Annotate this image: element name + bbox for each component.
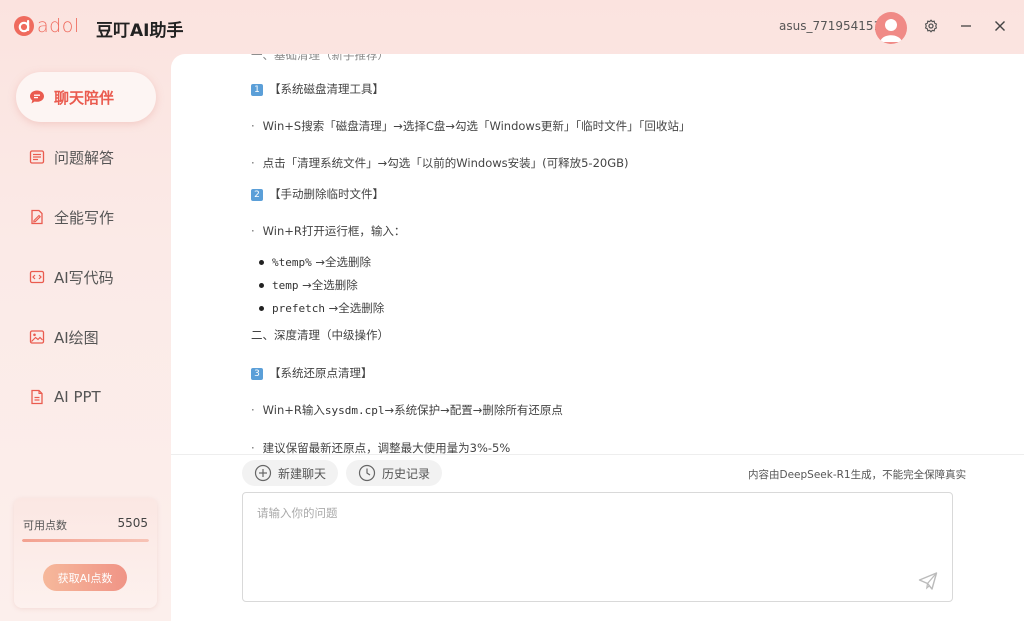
list-item: · Win+S搜索「磁盘清理」→选择C盘→勾选「Windows更新」「临时文件」「… [251, 119, 691, 133]
list-heading: 1 【系统磁盘清理工具】 [251, 81, 384, 97]
ppt-file-icon [28, 388, 46, 406]
sidebar-item-qa[interactable]: 问题解答 [16, 132, 156, 182]
list-item: · 建议保留最新还原点，调整最大使用量为3%-5% [251, 441, 511, 455]
heading-text: 【手动删除临时文件】 [269, 187, 384, 201]
divider [171, 454, 1024, 455]
item-text: Win+R打开运行框，输入： [262, 224, 406, 238]
section-title: 二、深度清理（中级操作） [251, 328, 389, 342]
chat-bubble-icon [28, 88, 46, 106]
sidebar-item-drawing[interactable]: AI绘图 [16, 312, 156, 362]
item-text: →全选删除 [328, 301, 385, 315]
sidebar-item-writing[interactable]: 全能写作 [16, 192, 156, 242]
minimize-button[interactable] [957, 17, 975, 35]
points-progress-bar [22, 539, 149, 542]
app-logo: adol [13, 15, 80, 37]
clock-icon [358, 464, 376, 482]
clipped-line: 一、基础清理（新手推荐） [251, 54, 389, 62]
list-heading: 2 【手动删除临时文件】 [251, 186, 384, 202]
points-value: 5505 [117, 516, 148, 530]
logo-mark-icon [14, 16, 34, 36]
bullet-item: temp →全选删除 [259, 277, 358, 293]
close-button[interactable] [991, 17, 1009, 35]
code-text: prefetch [272, 302, 325, 315]
disclaimer-text: 内容由DeepSeek-R1生成，不能完全保障真实 [748, 469, 967, 481]
main-panel: 一、基础清理（新手推荐） 1 【系统磁盘清理工具】 · Win+S搜索「磁盘清理」→… [171, 54, 1024, 621]
avatar[interactable] [875, 12, 907, 44]
gear-icon [924, 19, 938, 33]
title-bar: adol 豆叮AI助手 asus_771954151 [0, 0, 1024, 54]
sidebar-item-label: 全能写作 [54, 208, 115, 227]
item-text: →系统保护→配置→删除所有还原点 [384, 403, 563, 417]
send-icon [918, 572, 938, 590]
sidebar-item-ppt[interactable]: AI PPT [16, 372, 156, 422]
sidebar-item-label: AI绘图 [54, 328, 99, 347]
document-list-icon [28, 148, 46, 166]
list-item: · Win+R打开运行框，输入： [251, 224, 406, 238]
bullet-item: %temp% →全选删除 [259, 254, 371, 270]
list-heading: 3 【系统还原点清理】 [251, 365, 373, 381]
get-points-button[interactable]: 获取AI点数 [43, 564, 127, 591]
sidebar: 聊天陪伴 问题解答 全能写作 AI写代码 AI绘图 AI PPT 可用点数 55… [0, 54, 171, 621]
sidebar-item-chat[interactable]: 聊天陪伴 [16, 72, 156, 122]
minimize-icon [961, 25, 971, 27]
chat-area[interactable]: 一、基础清理（新手推荐） 1 【系统磁盘清理工具】 · Win+S搜索「磁盘清理」→… [171, 54, 1024, 455]
sidebar-item-label: 聊天陪伴 [54, 88, 115, 107]
sidebar-item-code[interactable]: AI写代码 [16, 252, 156, 302]
send-button[interactable] [918, 571, 938, 591]
question-input-box [242, 492, 953, 602]
history-button[interactable]: 历史记录 [346, 460, 442, 486]
item-text: 点击「清理系统文件」→勾选「以前的Windows安装」(可释放5-20GB) [262, 156, 629, 170]
points-card: 可用点数 5505 获取AI点数 [14, 498, 157, 608]
new-chat-label: 新建聊天 [278, 466, 327, 481]
settings-button[interactable] [922, 17, 940, 35]
list-item: · 点击「清理系统文件」→勾选「以前的Windows安装」(可释放5-20GB) [251, 156, 629, 170]
code-text: sysdm.cpl [324, 404, 385, 417]
logo-text: adol [37, 15, 80, 37]
image-icon [28, 328, 46, 346]
item-text: →全选删除 [302, 278, 358, 292]
history-label: 历史记录 [382, 466, 431, 481]
user-avatar-icon [880, 19, 902, 42]
item-text: Win+S搜索「磁盘清理」→选择C盘→勾选「Windows更新」「临时文件」「回… [262, 119, 691, 133]
app-title: 豆叮AI助手 [96, 21, 184, 41]
sidebar-item-label: AI写代码 [54, 268, 114, 287]
sidebar-item-label: 问题解答 [54, 148, 115, 167]
points-label: 可用点数 [23, 519, 67, 532]
item-text: Win+R输入 [262, 403, 325, 417]
plus-circle-icon [254, 464, 272, 482]
sidebar-item-label: AI PPT [54, 388, 101, 406]
code-text: temp [272, 279, 299, 292]
list-item: · Win+R输入sysdm.cpl→系统保护→配置→删除所有还原点 [251, 403, 563, 417]
number-badge: 3 [251, 367, 263, 380]
code-text: %temp% [272, 256, 312, 269]
pen-document-icon [28, 208, 46, 226]
item-text: →全选删除 [315, 255, 372, 269]
bullet-item: prefetch →全选删除 [259, 300, 384, 316]
user-name[interactable]: asus_771954151 [779, 19, 881, 33]
heading-text: 【系统还原点清理】 [269, 366, 373, 380]
points-progress-fill [22, 539, 149, 542]
heading-text: 【系统磁盘清理工具】 [269, 82, 384, 96]
close-icon [995, 21, 1005, 31]
number-badge: 2 [251, 188, 263, 201]
question-input[interactable] [243, 493, 952, 601]
new-chat-button[interactable]: 新建聊天 [242, 460, 338, 486]
number-badge: 1 [251, 83, 263, 96]
code-icon [28, 268, 46, 286]
item-text: 建议保留最新还原点，调整最大使用量为3%-5% [262, 441, 511, 455]
